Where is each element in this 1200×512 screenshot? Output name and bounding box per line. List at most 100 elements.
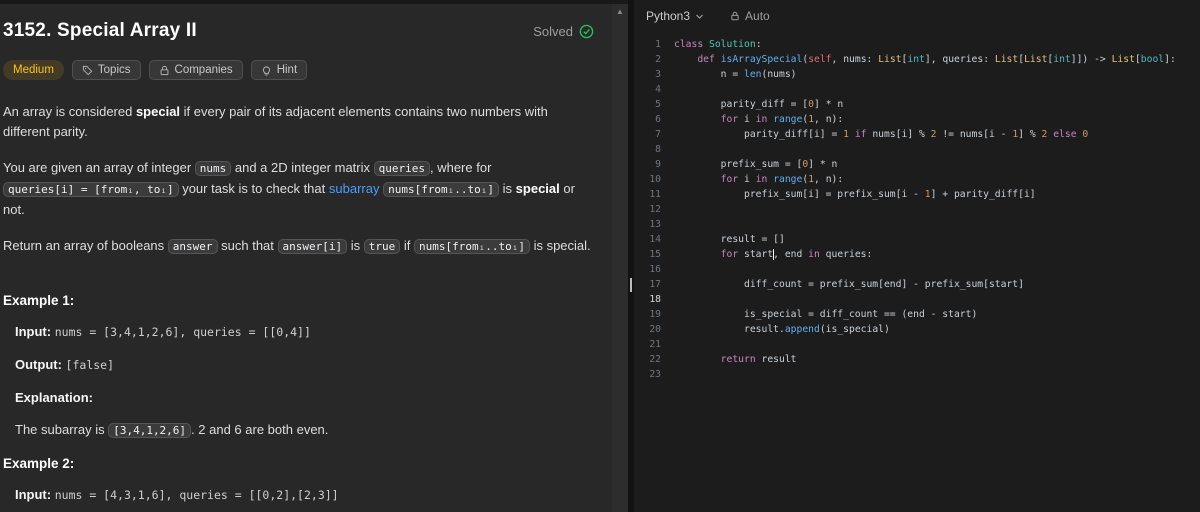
code-editor[interactable]: 1 class Solution: 2 def isArraySpecial(sel… — [634, 32, 1200, 512]
text-segment: and a 2D integer matrix — [231, 160, 374, 175]
code-line: 17 diff_count = prefix_sum[end] - prefix… — [634, 277, 1200, 292]
chevron-down-icon — [695, 11, 704, 21]
line-number: 7 — [655, 129, 661, 140]
code-text: prefix_sum[i] = prefix_sum[i - 1] + pari… — [674, 189, 1036, 200]
input-value: nums = [3,4,1,2,6], queries = [[0,4]] — [54, 325, 311, 339]
text-segment: your task is to check that — [178, 181, 329, 196]
code-line: 14 result = [] — [634, 232, 1200, 247]
solved-check-icon — [579, 24, 594, 39]
difficulty-badge[interactable]: Medium — [3, 60, 64, 80]
code-line: 16 — [634, 262, 1200, 277]
line-number: 23 — [649, 369, 661, 380]
description-paragraph: Return an array of booleans answer such … — [3, 236, 594, 257]
app-window: 3152. Special Array II Solved Medium Top… — [0, 0, 1200, 512]
auto-mode-toggle[interactable]: Auto — [730, 9, 770, 23]
line-number: 13 — [649, 219, 661, 230]
code-text: return result — [720, 354, 797, 365]
explanation-label: Explanation: — [15, 390, 94, 405]
line-number: 11 — [649, 189, 661, 200]
example-2: Example 2: Input: nums = [4,3,1,6], quer… — [3, 456, 594, 512]
example-body: Input: nums = [3,4,1,2,6], queries = [[0… — [3, 322, 594, 440]
problem-panel: 3152. Special Array II Solved Medium Top… — [0, 4, 612, 512]
text-segment: You are given an array of integer — [3, 160, 195, 175]
inline-code: queries — [373, 161, 430, 176]
language-selector[interactable]: Python3 — [646, 9, 704, 23]
line-number: 3 — [655, 69, 661, 80]
text-segment: special — [135, 104, 181, 119]
code-line: 5 parity_diff = [0] * n — [634, 97, 1200, 112]
tag-icon — [82, 65, 93, 76]
code-text: class Solution: — [674, 39, 762, 50]
description-paragraph: An array is considered special if every … — [3, 102, 594, 142]
example-heading: Example 2: — [3, 456, 75, 471]
line-number: 10 — [649, 174, 661, 185]
example-input-row: Input: nums = [4,3,1,6], queries = [[0,2… — [15, 485, 594, 505]
text-segment: The subarray is — [15, 422, 109, 437]
inline-code: queries[i] = [fromᵢ, toᵢ] — [3, 182, 179, 197]
line-number: 22 — [649, 354, 661, 365]
solved-label: Solved — [533, 23, 573, 39]
page-title: 3152. Special Array II — [3, 20, 197, 41]
text-segment: , where for — [429, 160, 492, 175]
code-text: is_special = diff_count == (end - start) — [674, 309, 978, 320]
problem-scrollbar[interactable]: ▲ — [612, 4, 628, 512]
code-line: 7 parity_diff[i] = 1 if nums[i] % 2 != n… — [634, 127, 1200, 142]
code-line: 9 prefix_sum = [0] * n — [634, 157, 1200, 172]
inline-link[interactable]: subarray — [329, 181, 380, 196]
companies-button[interactable]: Companies — [148, 60, 243, 80]
code-line: 23 — [634, 367, 1200, 382]
code-line: 12 — [634, 202, 1200, 217]
text-segment: is special. — [529, 238, 591, 253]
code-text: prefix_sum = [0] * n — [674, 159, 838, 170]
inline-code: answer[i] — [277, 239, 348, 254]
hint-label: Hint — [276, 64, 298, 76]
line-number: 1 — [655, 39, 661, 50]
line-number: 15 — [649, 249, 661, 260]
code-line: 11 prefix_sum[i] = prefix_sum[i - 1] + p… — [634, 187, 1200, 202]
code-text: result = [] — [674, 234, 785, 245]
topics-button[interactable]: Topics — [71, 60, 141, 80]
text-segment: special — [515, 181, 560, 196]
code-text: for i in range(1, n): — [720, 174, 844, 185]
code-line: 2 def isArraySpecial(self, nums: List[in… — [634, 52, 1200, 67]
lock-icon — [159, 65, 170, 76]
code-text: n = len(nums) — [674, 69, 797, 80]
companies-label: Companies — [174, 64, 233, 76]
code-line: 21 — [634, 337, 1200, 352]
line-number: 20 — [649, 324, 661, 335]
inline-code: answer — [167, 239, 218, 254]
hint-button[interactable]: Hint — [250, 60, 308, 80]
language-label: Python3 — [646, 9, 691, 23]
inline-code: nums[fromᵢ..toᵢ] — [383, 182, 500, 197]
code-line: 8 — [634, 142, 1200, 157]
line-number: 19 — [649, 309, 661, 320]
auto-label: Auto — [745, 9, 770, 23]
line-number: 9 — [655, 159, 661, 170]
scroll-up-icon[interactable]: ▲ — [612, 5, 628, 19]
code-text: result.append(is_special) — [674, 324, 890, 335]
line-number: 6 — [655, 114, 661, 125]
panel-divider[interactable] — [628, 0, 634, 512]
divider-handle-icon — [630, 278, 632, 292]
title-row: 3152. Special Array II Solved — [3, 20, 594, 42]
text-segment: if — [400, 238, 414, 253]
lock-icon — [730, 11, 740, 21]
example-output-row: Output: [false] — [15, 355, 594, 375]
input-label: Input: — [15, 324, 52, 339]
text-segment: . 2 and 6 are both even. — [191, 422, 329, 437]
example-explanation-row: Explanation: — [15, 388, 594, 407]
inline-code: nums — [194, 161, 232, 176]
solved-status: Solved — [533, 24, 594, 39]
line-number: 12 — [649, 204, 661, 215]
example-body: Input: nums = [4,3,1,6], queries = [[0,2… — [3, 485, 594, 512]
output-value: [false] — [65, 358, 115, 372]
editor-header: Python3 Auto — [634, 0, 1200, 32]
inline-code: nums[fromᵢ..toᵢ] — [413, 239, 530, 254]
text-segment: is — [347, 238, 364, 253]
code-text: parity_diff = [0] * n — [674, 99, 844, 110]
text-segment: such that — [217, 238, 278, 253]
code-line: 1 class Solution: — [634, 37, 1200, 52]
editor-panel: Python3 Auto 1 class Solution: 2 def isA… — [634, 0, 1200, 512]
line-number: 21 — [649, 339, 661, 350]
code-lines: 1 class Solution: 2 def isArraySpecial(sel… — [634, 37, 1200, 382]
